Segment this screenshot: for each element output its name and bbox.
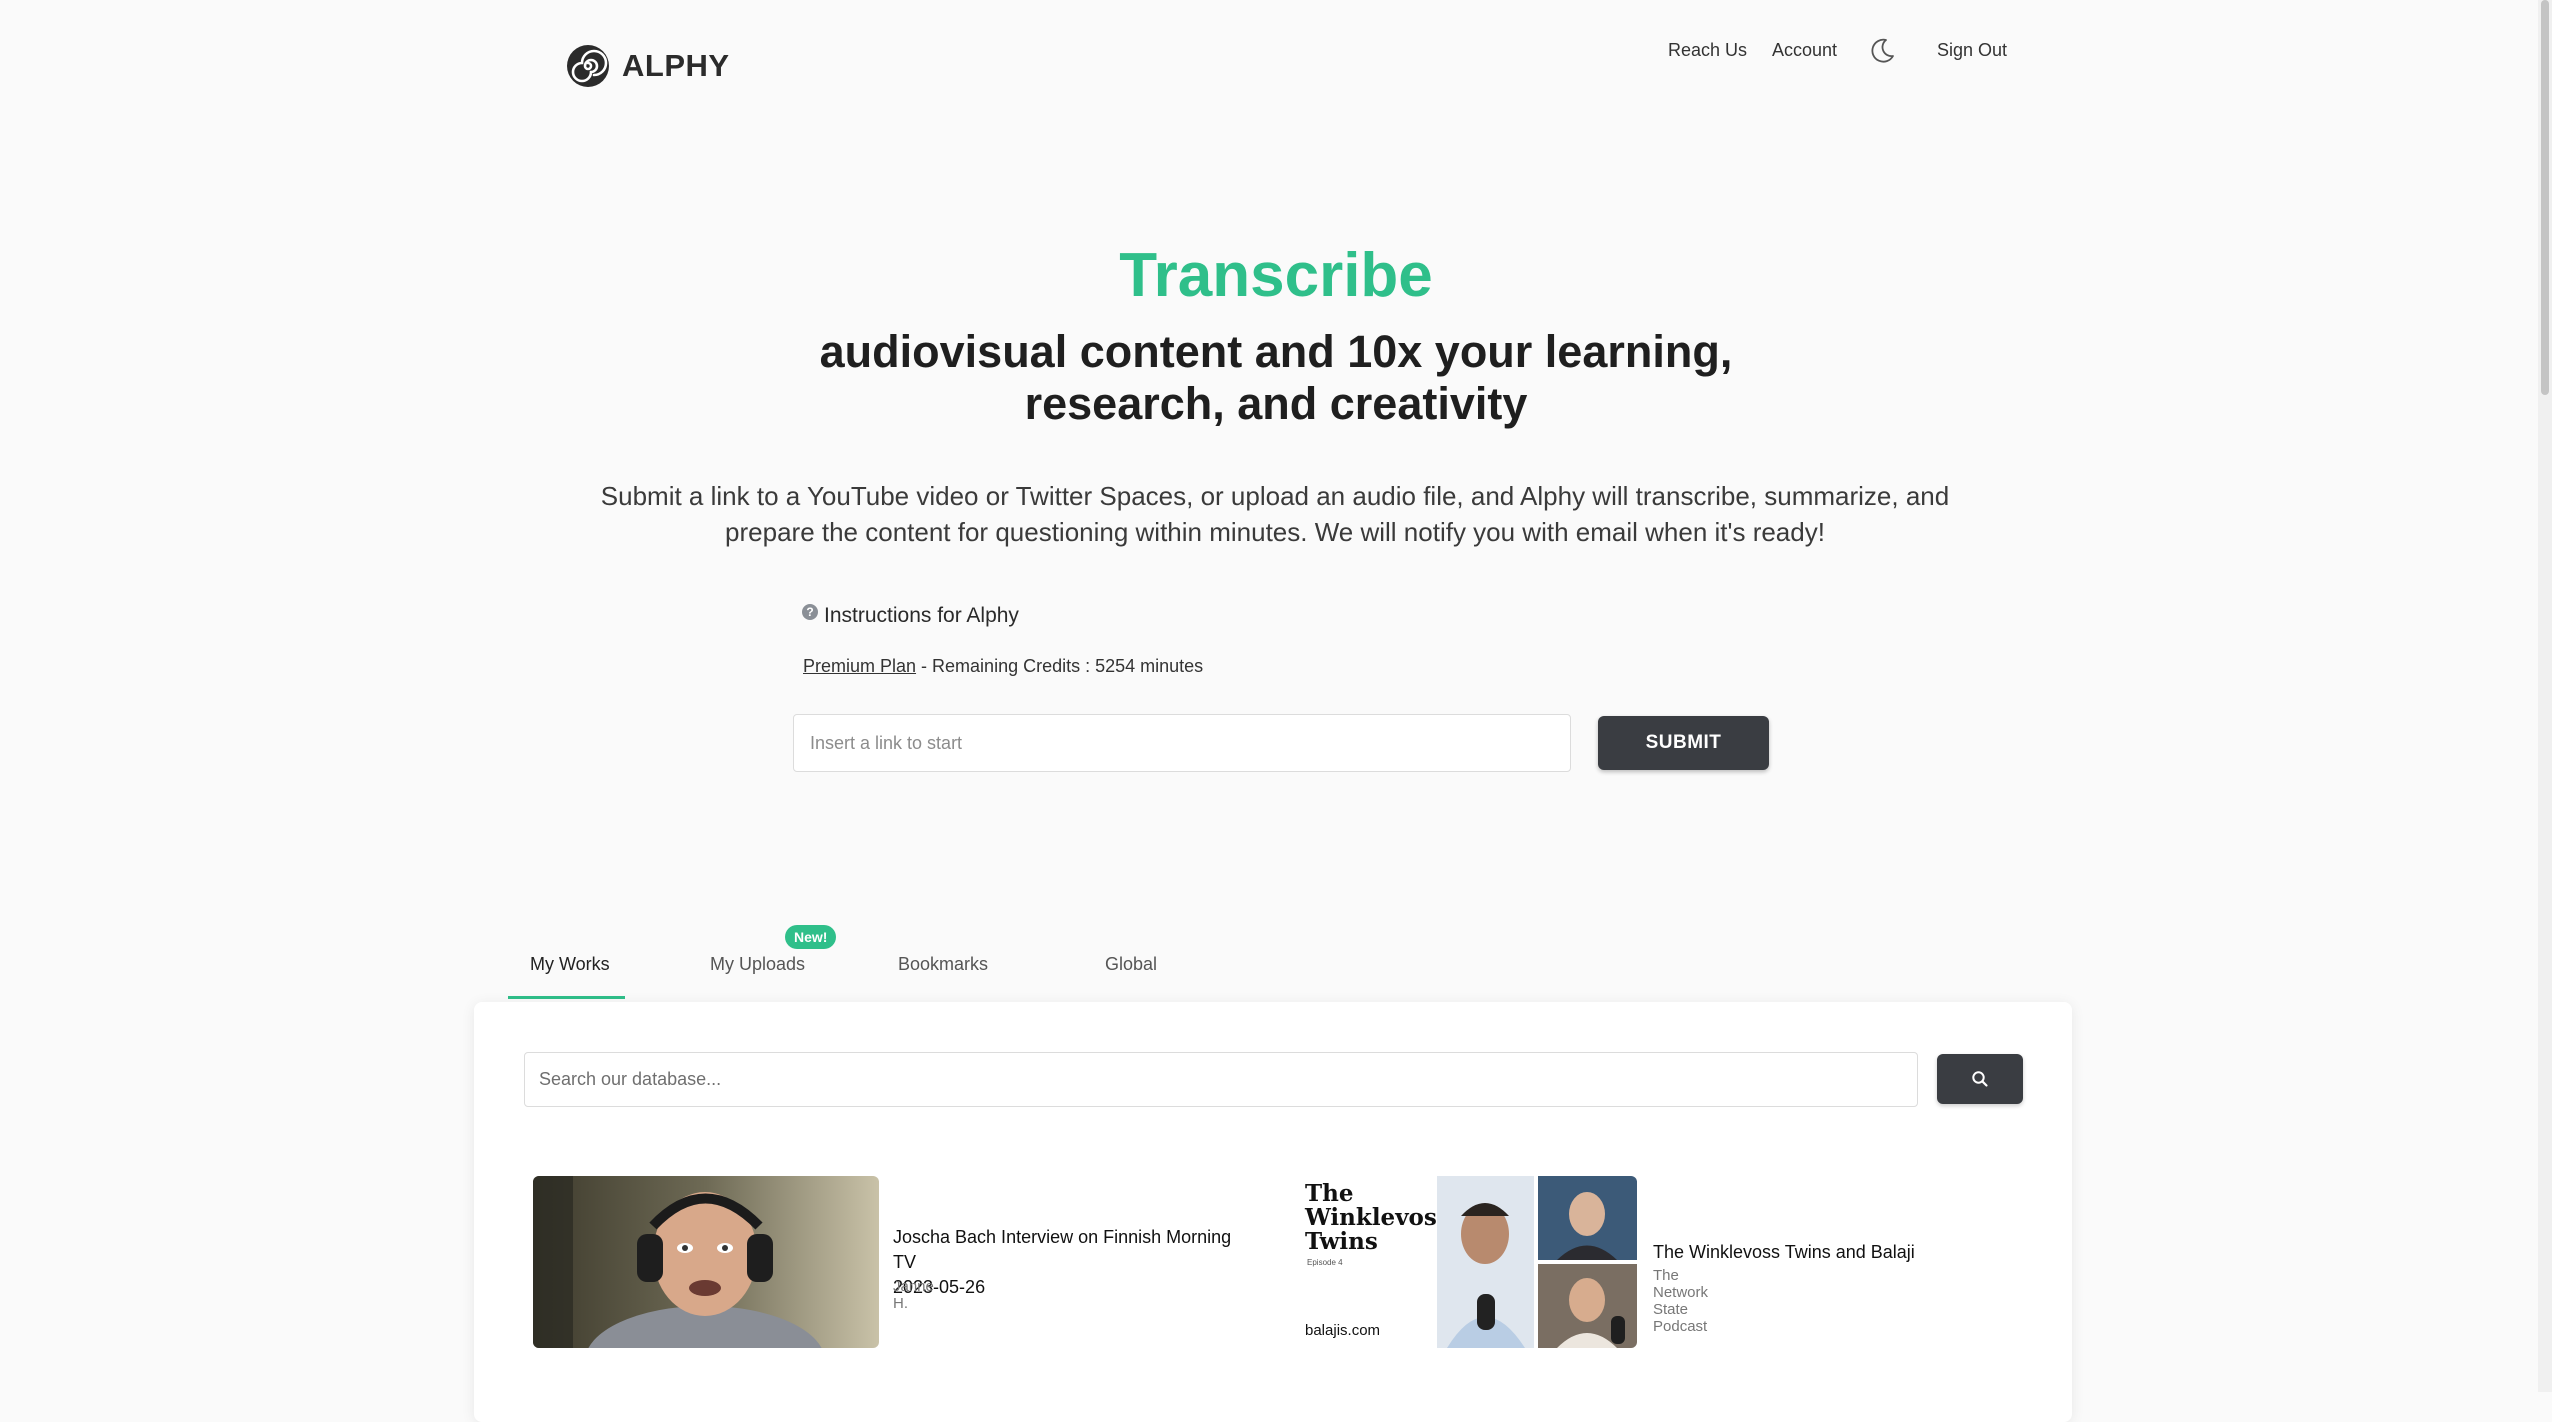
submit-button[interactable]: SUBMIT bbox=[1598, 716, 1769, 770]
thumbnail-heading: The Winklevoss Twins bbox=[1305, 1182, 1450, 1254]
video-thumbnail bbox=[533, 1176, 879, 1348]
card-title-line1: Joscha Bach Interview on Finnish Morning… bbox=[893, 1227, 1232, 1272]
thumbnail-episode: Episode 4 bbox=[1307, 1258, 1343, 1267]
podcast-thumbnail: The Winklevoss Twins Episode 4 balajis.c… bbox=[1291, 1176, 1637, 1348]
thumbnail-heading-line1: The bbox=[1305, 1180, 1354, 1207]
thumbnail-site: balajis.com bbox=[1305, 1322, 1381, 1339]
instructions-label: Instructions for Alphy bbox=[824, 604, 1019, 627]
nav-sign-out[interactable]: Sign Out bbox=[1937, 40, 2007, 61]
dark-mode-moon-icon[interactable] bbox=[1866, 35, 1898, 67]
tab-my-works[interactable]: My Works bbox=[530, 954, 610, 975]
active-tab-indicator bbox=[508, 996, 625, 999]
hero-title: Transcribe bbox=[1119, 241, 1433, 310]
thumbnail-heading-line3: Twins bbox=[1305, 1228, 1378, 1255]
premium-plan-link[interactable]: Premium Plan bbox=[803, 656, 916, 676]
card-author: The Network State Podcast bbox=[1653, 1267, 1709, 1335]
card-author: Janne H. bbox=[893, 1278, 934, 1312]
spiral-logo-icon bbox=[567, 45, 609, 87]
alphy-logo[interactable]: ALPHY bbox=[566, 44, 730, 88]
guest-photos-image bbox=[1437, 1176, 1637, 1348]
new-badge: New! bbox=[785, 925, 837, 949]
hero-subtitle-line1: audiovisual content and 10x your learnin… bbox=[819, 326, 1733, 377]
page-scrollbar[interactable] bbox=[2538, 0, 2552, 1392]
tab-global[interactable]: Global bbox=[1105, 954, 1157, 975]
link-input[interactable] bbox=[793, 714, 1571, 772]
tab-bookmarks[interactable]: Bookmarks bbox=[898, 954, 988, 975]
nav-account[interactable]: Account bbox=[1772, 40, 1837, 61]
scrollbar-thumb[interactable] bbox=[2541, 0, 2549, 395]
hero-subtitle: audiovisual content and 10x your learnin… bbox=[0, 326, 2552, 430]
card-title: Joscha Bach Interview on Finnish Morning… bbox=[893, 1225, 1253, 1300]
tab-my-uploads[interactable]: My Uploads bbox=[710, 954, 805, 975]
hero-description: Submit a link to a YouTube video or Twit… bbox=[600, 478, 1950, 550]
help-icon: ? bbox=[802, 604, 818, 620]
credits-info: Premium Plan - Remaining Credits : 5254 … bbox=[803, 656, 1203, 677]
hero-description-line1: Submit a link to a YouTube video or Twit… bbox=[600, 481, 1950, 511]
nav-reach-us[interactable]: Reach Us bbox=[1668, 40, 1747, 61]
card-title: The Winklevoss Twins and Balaji bbox=[1653, 1242, 1915, 1262]
database-search-button[interactable] bbox=[1937, 1054, 2023, 1104]
thumbnail-heading-line2: Winklevoss bbox=[1305, 1204, 1450, 1231]
card-title-line2: 2023-05-26 bbox=[893, 1277, 986, 1297]
remaining-credits: - Remaining Credits : 5254 minutes bbox=[916, 656, 1204, 676]
database-search-input[interactable] bbox=[524, 1052, 1918, 1107]
video-thumbnail-image bbox=[533, 1176, 879, 1348]
logo-text: ALPHY bbox=[622, 48, 730, 83]
instructions-toggle[interactable]: ? Instructions for Alphy bbox=[802, 604, 1019, 628]
hero-description-line2: prepare the content for questioning with… bbox=[725, 517, 1825, 547]
search-icon bbox=[1972, 1071, 1988, 1087]
hero-subtitle-line2: research, and creativity bbox=[1024, 378, 1528, 429]
